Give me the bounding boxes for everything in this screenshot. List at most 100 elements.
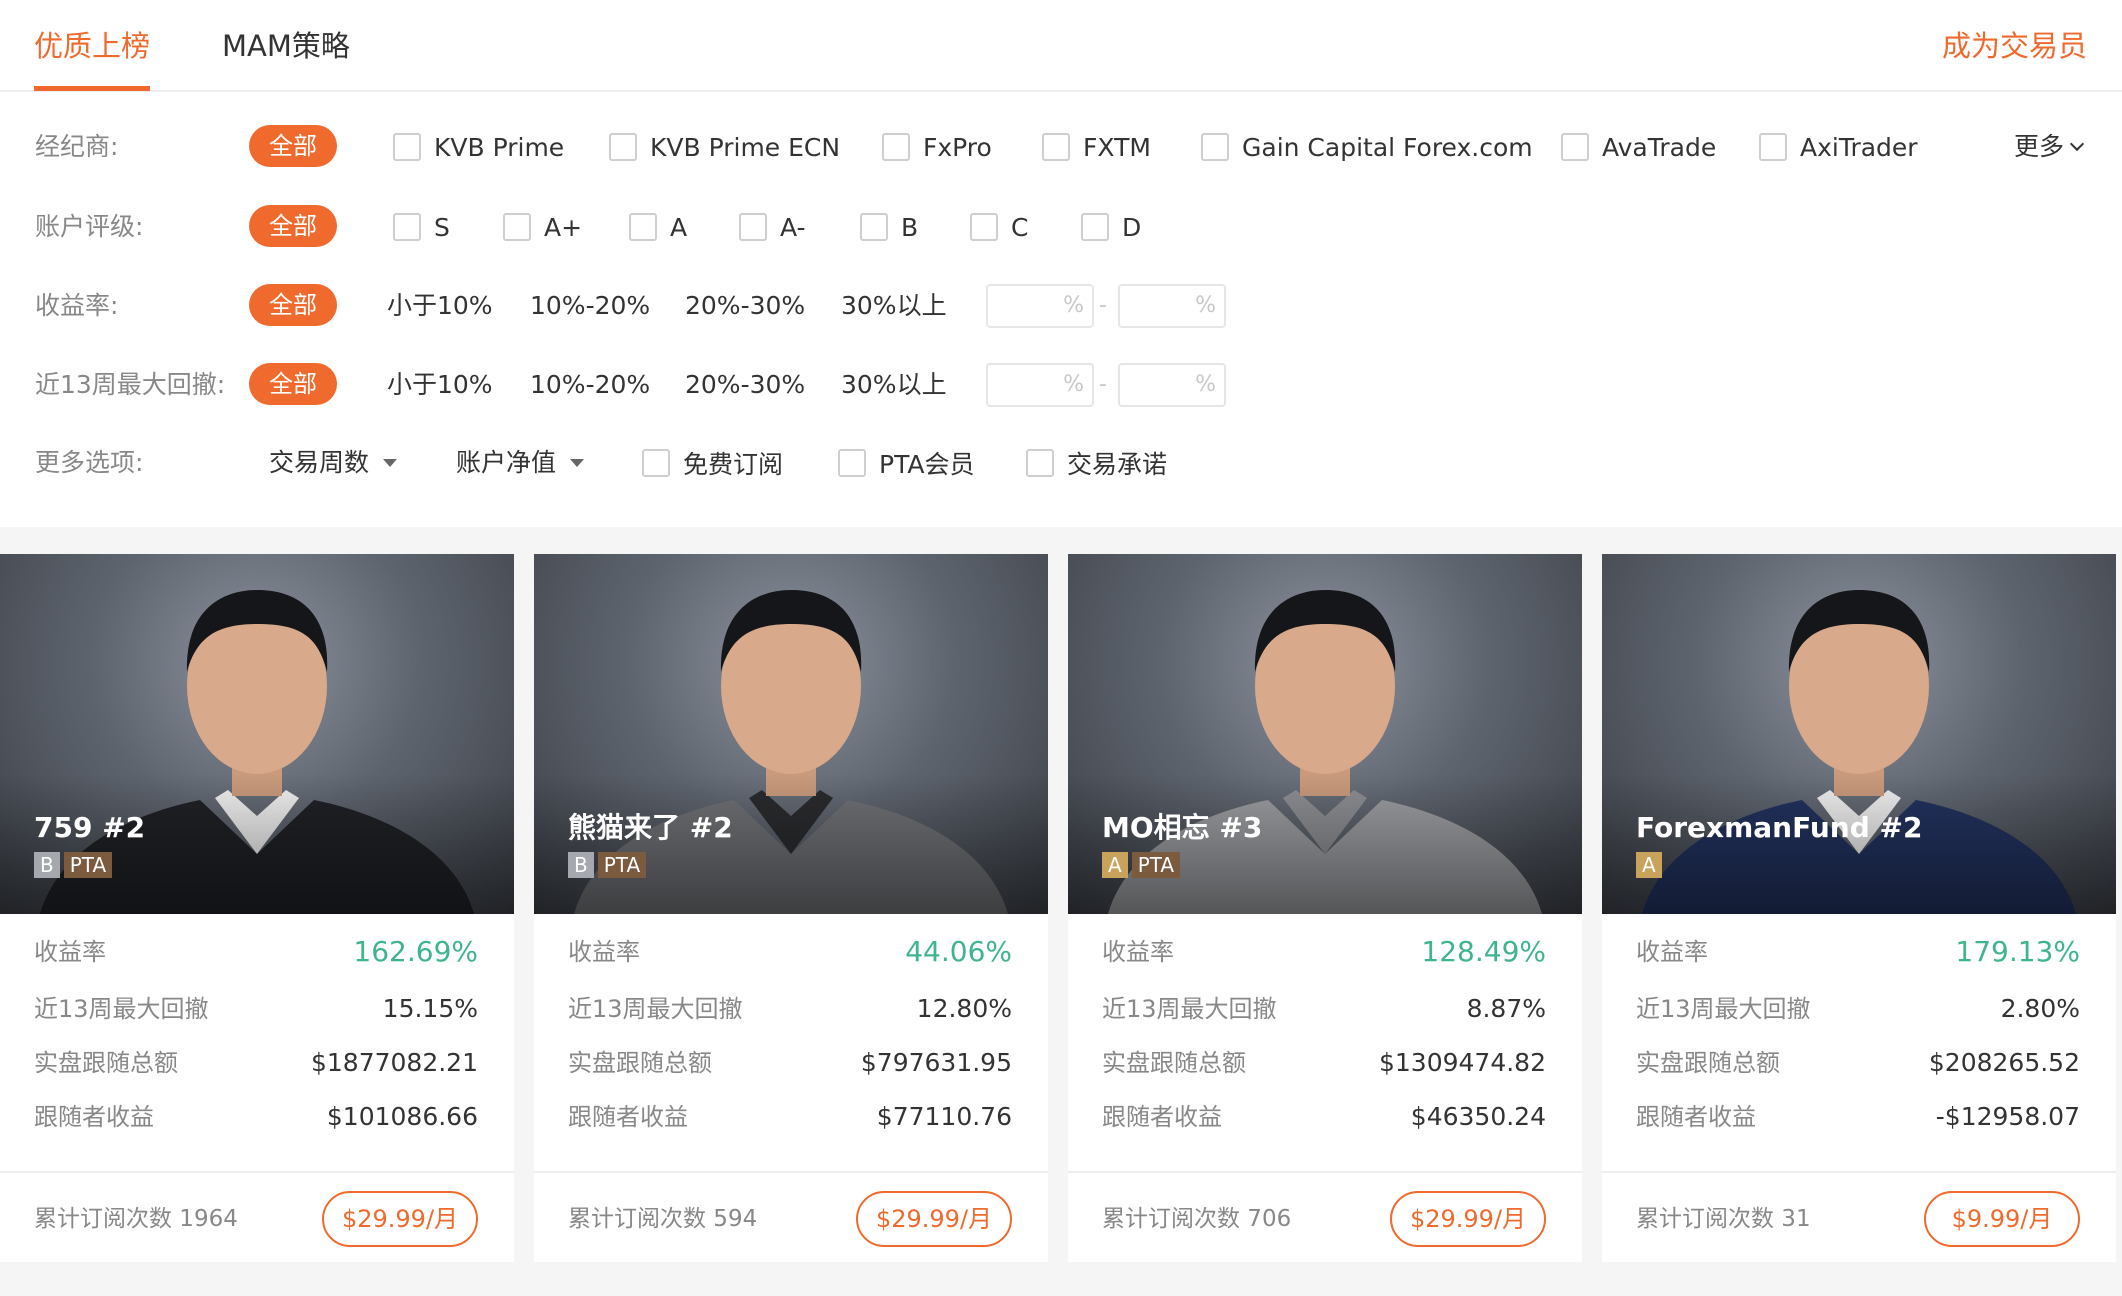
return-rate-filter-label: 收益率:: [35, 291, 119, 320]
broker-all-button[interactable]: 全部: [249, 125, 337, 167]
broker-option[interactable]: FXTM: [1042, 120, 1151, 174]
drawdown-stat: 近13周最大回撤 2.80%: [1636, 989, 2080, 1029]
trader-card[interactable]: 759 #2 B PTA 收益率 162.69% 近13周最大回撤 15.15%…: [0, 554, 514, 1262]
trader-badges: B PTA: [568, 852, 650, 878]
trader-photo: MO相忘 #3 A PTA: [1068, 554, 1582, 914]
drawdown-min-input[interactable]: %: [986, 363, 1094, 407]
return-rate-stat: 收益率 44.06%: [568, 932, 1012, 972]
pta-badge: PTA: [597, 852, 647, 878]
stat-label: 跟随者收益: [1636, 1103, 1756, 1131]
stat-label: 实盘跟随总额: [1636, 1049, 1780, 1077]
checkbox[interactable]: [393, 133, 421, 161]
rating-all-button[interactable]: 全部: [249, 205, 337, 247]
tab-mam-strategy[interactable]: MAM策略: [222, 26, 350, 66]
subscription-count: 累计订阅次数 31: [1636, 1206, 1811, 1232]
follow-total-stat: 实盘跟随总额 $1877082.21: [34, 1043, 478, 1083]
broker-option[interactable]: KVB Prime ECN: [609, 120, 840, 174]
stat-label: 跟随者收益: [34, 1103, 154, 1131]
checkbox[interactable]: [1026, 449, 1054, 477]
rating-filter-row: 账户评级: 全部 S A+ A A- B C D: [0, 200, 2122, 254]
checkbox[interactable]: [739, 213, 767, 241]
return-rate-option[interactable]: 30%以上: [841, 279, 947, 333]
stat-label: 实盘跟随总额: [1102, 1049, 1246, 1077]
rating-option[interactable]: C: [970, 200, 1028, 254]
subscribe-price-button[interactable]: $9.99/月: [1924, 1191, 2080, 1247]
drawdown-option[interactable]: 10%-20%: [530, 358, 650, 412]
active-tab-indicator: [34, 86, 150, 91]
checkbox[interactable]: [609, 133, 637, 161]
broker-option[interactable]: FxPro: [882, 120, 992, 174]
trader-name: MO相忘 #3: [1102, 811, 1263, 844]
return-rate-filter-row: 收益率: 全部 小于10% 10%-20% 20%-30% 30%以上 % - …: [0, 279, 2122, 333]
trading-commitment-option[interactable]: 交易承诺: [1026, 436, 1167, 490]
broker-option[interactable]: Gain Capital Forex.com: [1201, 120, 1533, 174]
trading-weeks-dropdown[interactable]: 交易周数: [269, 436, 398, 490]
tab-quality-ranking[interactable]: 优质上榜: [34, 26, 150, 66]
rating-option[interactable]: S: [393, 200, 450, 254]
more-brokers-button[interactable]: 更多: [2014, 120, 2085, 174]
stat-label: 跟随者收益: [568, 1103, 688, 1131]
trader-badges: B PTA: [34, 852, 116, 878]
checkbox[interactable]: [1042, 133, 1070, 161]
return-rate-all-button[interactable]: 全部: [249, 284, 337, 326]
subscribe-price-button[interactable]: $29.99/月: [322, 1191, 478, 1247]
rating-filter-label: 账户评级:: [35, 212, 144, 241]
drawdown-max-input[interactable]: %: [1118, 363, 1226, 407]
grade-badge: B: [568, 852, 594, 878]
rating-option[interactable]: A: [629, 200, 687, 254]
trader-card[interactable]: 熊猫来了 #2 B PTA 收益率 44.06% 近13周最大回撤 12.80%…: [534, 554, 1048, 1262]
drawdown-stat: 近13周最大回撤 8.87%: [1102, 989, 1546, 1029]
subscribe-price-button[interactable]: $29.99/月: [1390, 1191, 1546, 1247]
trader-name: ForexmanFund #2: [1636, 811, 1923, 844]
trader-card[interactable]: ForexmanFund #2 A 收益率 179.13% 近13周最大回撤 2…: [1602, 554, 2116, 1262]
free-subscription-option[interactable]: 免费订阅: [642, 436, 783, 490]
follow-total-value: $1309474.82: [1378, 1048, 1546, 1077]
stat-label: 收益率: [1102, 938, 1174, 966]
trader-badges: A: [1636, 852, 1666, 878]
return-rate-min-input[interactable]: %: [986, 284, 1094, 328]
drawdown-option[interactable]: 30%以上: [841, 358, 947, 412]
checkbox[interactable]: [1561, 133, 1589, 161]
checkbox[interactable]: [838, 449, 866, 477]
subscription-count: 累计订阅次数 706: [1102, 1206, 1292, 1232]
checkbox[interactable]: [1081, 213, 1109, 241]
return-rate-value: 128.49%: [1421, 935, 1546, 968]
return-rate-max-input[interactable]: %: [1118, 284, 1226, 328]
drawdown-value: 12.80%: [916, 994, 1012, 1023]
follow-total-stat: 实盘跟随总额 $797631.95: [568, 1043, 1012, 1083]
broker-option[interactable]: KVB Prime: [393, 120, 564, 174]
rating-option[interactable]: A-: [739, 200, 806, 254]
broker-option[interactable]: AvaTrade: [1561, 120, 1716, 174]
checkbox[interactable]: [860, 213, 888, 241]
checkbox[interactable]: [393, 213, 421, 241]
pta-member-option[interactable]: PTA会员: [838, 436, 975, 490]
broker-option[interactable]: AxiTrader: [1759, 120, 1918, 174]
rating-option[interactable]: B: [860, 200, 918, 254]
become-trader-link[interactable]: 成为交易员: [1942, 26, 2087, 66]
checkbox[interactable]: [1759, 133, 1787, 161]
follower-profit-stat: 跟随者收益 $101086.66: [34, 1097, 478, 1137]
follower-profit-value: $46350.24: [1410, 1102, 1546, 1131]
checkbox[interactable]: [970, 213, 998, 241]
drawdown-filter-row: 近13周最大回撤: 全部 小于10% 10%-20% 20%-30% 30%以上…: [0, 358, 2122, 412]
drawdown-option[interactable]: 小于10%: [387, 358, 493, 412]
checkbox[interactable]: [629, 213, 657, 241]
checkbox[interactable]: [642, 449, 670, 477]
return-rate-option[interactable]: 10%-20%: [530, 279, 650, 333]
trader-name: 759 #2: [34, 811, 146, 844]
subscribe-price-button[interactable]: $29.99/月: [856, 1191, 1012, 1247]
return-rate-option[interactable]: 20%-30%: [685, 279, 805, 333]
account-equity-dropdown[interactable]: 账户净值: [456, 436, 585, 490]
stat-label: 收益率: [34, 938, 106, 966]
rating-option[interactable]: A+: [503, 200, 582, 254]
checkbox[interactable]: [882, 133, 910, 161]
rating-option[interactable]: D: [1081, 200, 1141, 254]
checkbox[interactable]: [503, 213, 531, 241]
drawdown-option[interactable]: 20%-30%: [685, 358, 805, 412]
checkbox[interactable]: [1201, 133, 1229, 161]
drawdown-all-button[interactable]: 全部: [249, 363, 337, 405]
card-divider: [1602, 1171, 2116, 1173]
follow-total-value: $1877082.21: [310, 1048, 478, 1077]
return-rate-option[interactable]: 小于10%: [387, 279, 493, 333]
trader-card[interactable]: MO相忘 #3 A PTA 收益率 128.49% 近13周最大回撤 8.87%…: [1068, 554, 1582, 1262]
